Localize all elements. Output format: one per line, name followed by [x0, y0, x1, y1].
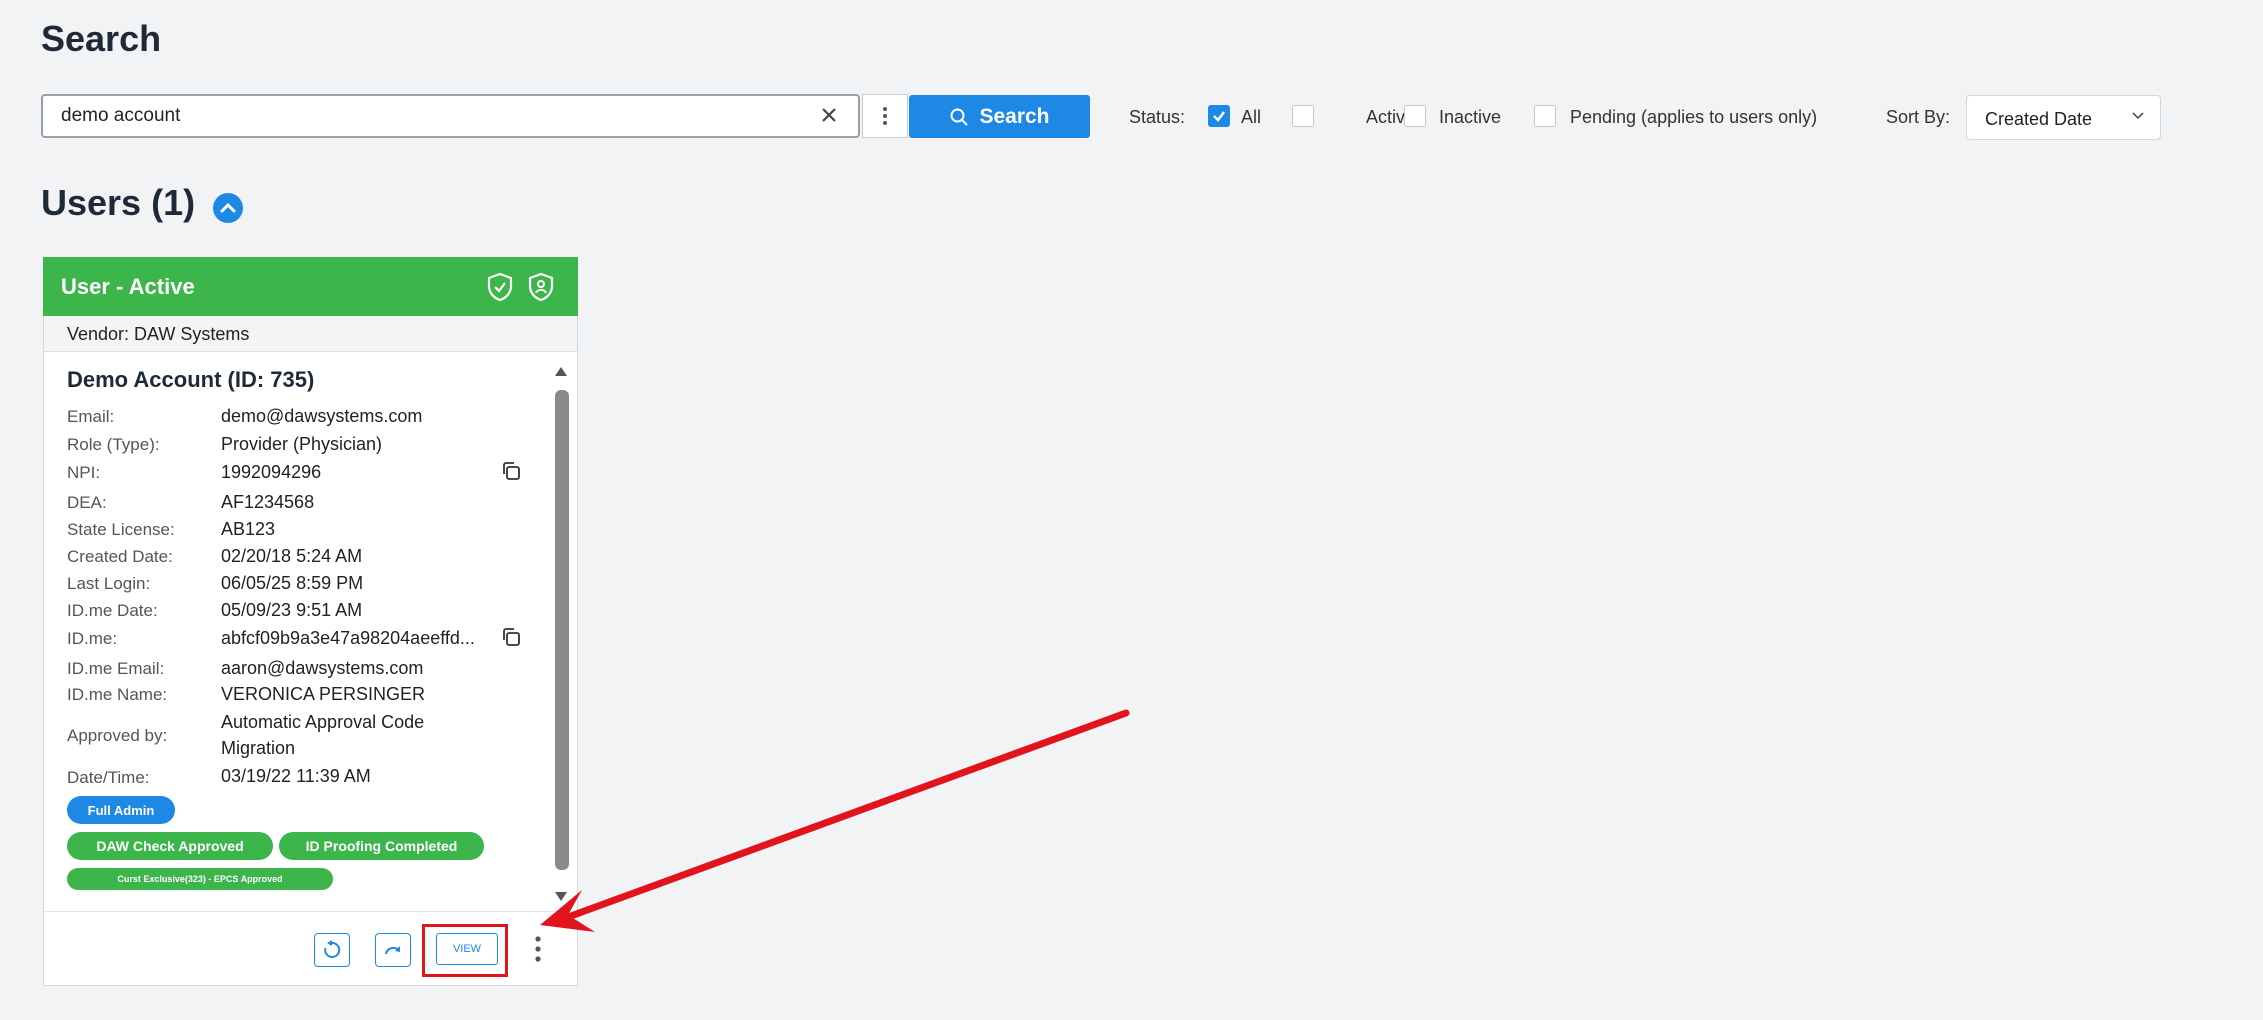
field-label-idme-date: ID.me Date: [67, 601, 158, 620]
annotation-highlight-box [422, 924, 508, 977]
vendor-row: Vendor: DAW Systems [44, 317, 577, 352]
field-value-dea: AF1234568 [221, 492, 315, 512]
sort-by-select[interactable]: Created Date [1966, 95, 2161, 140]
epcs-badge: Curst Exclusive(323) - EPCS Approved [67, 868, 333, 890]
field-value-idme-email: aaron@dawsystems.com [221, 658, 424, 678]
copy-idme-icon[interactable] [499, 625, 523, 649]
field-label-last-login: Last Login: [67, 574, 151, 593]
field-label-date-time: Date/Time: [67, 768, 150, 787]
field-label-npi: NPI: [67, 463, 101, 482]
user-status-title: User - Active [61, 274, 195, 299]
field-label-role: Role (Type): [67, 435, 160, 454]
field-value-last-login: 06/05/25 8:59 PM [221, 573, 364, 593]
status-all-label: All [1241, 107, 1262, 127]
copy-npi-icon[interactable] [499, 459, 523, 483]
search-icon [950, 108, 969, 126]
shield-user-icon [528, 272, 554, 302]
rotate-ccw-icon [324, 940, 341, 958]
more-vertical-icon [883, 107, 887, 125]
field-value-approved-by-line1: Automatic Approval Code [221, 712, 425, 732]
user-card-header: User - Active [43, 257, 578, 316]
daw-check-badge: DAW Check Approved [67, 832, 273, 860]
checkmark-icon [1213, 111, 1225, 122]
reset-button[interactable] [314, 933, 350, 967]
card-footer-divider [44, 911, 577, 912]
status-active-checkbox[interactable] [1292, 105, 1314, 127]
field-label-email: Email: [67, 407, 115, 426]
field-value-created-date: 02/20/18 5:24 AM [221, 546, 363, 566]
field-value-approved-by-line2: Migration [221, 738, 296, 758]
collapse-up-icon[interactable] [213, 193, 243, 223]
field-label-idme: ID.me: [67, 629, 118, 648]
field-value-email: demo@dawsystems.com [221, 406, 423, 426]
redo-button[interactable] [375, 933, 411, 967]
field-label-dea: DEA: [67, 493, 107, 512]
search-input[interactable] [61, 96, 821, 136]
field-label-created-date: Created Date: [67, 547, 173, 566]
shield-check-icon [487, 272, 513, 302]
id-proofing-badge: ID Proofing Completed [279, 832, 484, 860]
search-options-button[interactable] [862, 94, 908, 138]
role-badge: Full Admin [67, 796, 175, 824]
status-inactive-label: Inactive [1439, 107, 1502, 127]
sort-by-label: Sort By: [1886, 107, 1951, 127]
field-value-date-time: 03/19/22 11:39 AM [221, 766, 371, 786]
field-value-npi: 1992094296 [221, 462, 322, 482]
search-button-label: Search [979, 104, 1050, 128]
field-label-approved-by: Approved by: [67, 726, 168, 745]
search-button[interactable]: Search [909, 95, 1090, 138]
status-pending-checkbox[interactable] [1534, 105, 1556, 127]
field-value-state-license: AB123 [221, 519, 276, 539]
users-section-title: Users (1) [41, 182, 196, 223]
search-field[interactable] [41, 94, 860, 138]
status-all-checkbox[interactable] [1208, 105, 1230, 127]
clear-icon[interactable] [818, 104, 840, 126]
field-value-idme-date: 05/09/23 9:51 AM [221, 600, 363, 620]
page-title: Search [41, 18, 162, 59]
status-label: Status: [1129, 107, 1186, 127]
status-inactive-checkbox[interactable] [1404, 105, 1426, 127]
field-label-state-license: State License: [67, 520, 175, 539]
field-value-idme-name: VERONICA PERSINGER [221, 684, 426, 704]
user-name: Demo Account (ID: 735) [67, 367, 315, 392]
field-value-idme: abfcf09b9a3e47a98204aeeffd... [221, 628, 475, 648]
vendor-text: Vendor: DAW Systems [67, 324, 250, 344]
redo-icon [385, 946, 400, 955]
chevron-down-icon [2132, 112, 2144, 120]
field-value-role: Provider (Physician) [221, 434, 383, 454]
field-label-idme-name: ID.me Name: [67, 685, 168, 704]
field-label-idme-email: ID.me Email: [67, 659, 165, 678]
annotation-arrow [540, 709, 1130, 932]
sort-by-value: Created Date [1985, 109, 2093, 129]
status-pending-label: Pending (applies to users only) [1570, 107, 1818, 127]
